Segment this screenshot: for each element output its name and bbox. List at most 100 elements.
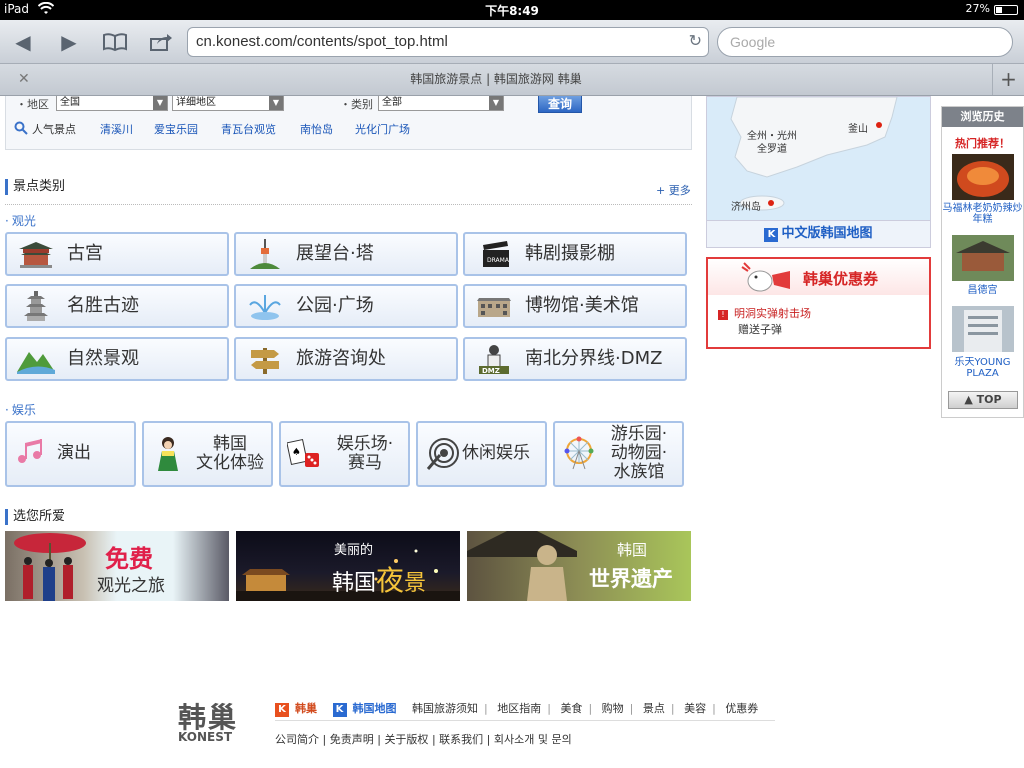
coupon-title: 韩巢优惠券 xyxy=(803,270,879,288)
banner-world-heritage[interactable]: 韩国 世界遗产 xyxy=(467,531,691,601)
banner-subtitle: 观光之旅 xyxy=(97,576,165,596)
category-button-park[interactable]: 公园·广场 xyxy=(234,284,458,328)
history-item[interactable]: 乐天YOUNG PLAZA xyxy=(942,357,1023,379)
bookmarks-icon[interactable] xyxy=(100,28,130,56)
hot-link[interactable]: 南怡岛 xyxy=(300,121,333,137)
svg-text:DRAMA: DRAMA xyxy=(487,257,510,264)
palace-icon xyxy=(19,242,53,268)
category-select[interactable]: 全部 ▼ xyxy=(378,96,504,111)
hanbok-icon xyxy=(158,437,178,471)
new-tab-button[interactable]: + xyxy=(992,64,1024,95)
footer-link[interactable]: 韩国旅游须知 xyxy=(412,702,478,715)
ferris-wheel-icon xyxy=(564,436,594,470)
konest-k-icon: K xyxy=(764,228,779,242)
url-field[interactable]: cn.konest.com/contents/spot_top.html ↻ xyxy=(187,27,709,57)
footer-link[interactable]: 优惠券 xyxy=(725,702,758,715)
browsing-history: 浏览历史 热门推荐！ 马福林老奶奶辣炒年糕 昌德宫 乐天YOUNG PLAZA … xyxy=(941,106,1024,418)
hot-label: 人气景点 xyxy=(32,123,76,136)
coupon-header: 韩巢优惠券 xyxy=(708,259,929,295)
hot-recommend: 热门推荐！ xyxy=(955,137,1010,150)
page-content: ・地区 全国 ▼ 详细地区 ▼ ・类别 全部 ▼ 查询 人气景点 清溪川 爱宝乐园 青… xyxy=(0,96,1024,768)
tteokbokki-thumb[interactable] xyxy=(952,154,1014,200)
entertainment-button-leisure[interactable]: 休闲娱乐 xyxy=(416,421,547,487)
back-icon[interactable]: ◀ xyxy=(8,28,38,56)
url-text: cn.konest.com/contents/spot_top.html xyxy=(196,33,448,50)
divider xyxy=(5,204,692,205)
footer-brand-link[interactable]: K 韩巢 xyxy=(275,702,323,717)
konest-logo[interactable]: 韩巢 KONEST xyxy=(178,696,238,744)
category-button-tourist-info[interactable]: 旅游咨询处 xyxy=(234,337,458,381)
history-item[interactable]: 马福林老奶奶辣炒年糕 xyxy=(942,203,1023,225)
leisure-icon xyxy=(426,438,459,470)
footer-link[interactable]: 회사소개 및 문의 xyxy=(494,733,572,746)
category-button-historic-sites[interactable]: 名胜古迹 xyxy=(5,284,229,328)
footer-link[interactable]: 美食 xyxy=(560,702,582,715)
clapperboard-icon: DRAMA xyxy=(483,241,510,267)
category-button-tower[interactable]: 展望台·塔 xyxy=(234,232,458,276)
svg-text:DMZ: DMZ xyxy=(482,367,500,374)
chinese-map-link[interactable]: K 中文版韩国地图 xyxy=(706,220,931,248)
map-label: 釜山 xyxy=(848,124,868,135)
battery-icon xyxy=(994,5,1018,15)
footer-link[interactable]: 地区指南 xyxy=(497,702,541,715)
share-icon[interactable] xyxy=(146,28,176,56)
coupon-item-title[interactable]: ! 明洞实弹射击场 xyxy=(718,305,811,321)
footer-link[interactable]: 关于版权 xyxy=(384,733,428,746)
footer-divider xyxy=(275,720,775,721)
banner-title: 免费 xyxy=(105,545,153,573)
history-title: 浏览历史 xyxy=(942,107,1023,127)
more-link[interactable]: + 更多 xyxy=(656,182,691,198)
banner-title: 世界遗产 xyxy=(589,567,673,591)
region-select[interactable]: 全国 ▼ xyxy=(56,96,168,111)
close-tab-icon[interactable]: ✕ xyxy=(18,64,30,95)
footer-link[interactable]: 公司简介 xyxy=(275,733,319,746)
footer-links-secondary: 公司简介 | 免责声明 | 关于版权 | 联系我们 | 회사소개 및 문의 xyxy=(275,733,572,746)
tab-current[interactable]: ✕ 韩国旅游景点 | 韩国旅游网 韩巢 xyxy=(0,64,992,95)
category-button-museum[interactable]: 博物馆·美术馆 xyxy=(463,284,687,328)
hot-link[interactable]: 青瓦台观览 xyxy=(221,121,276,137)
footer-links: K 韩巢 K 韩国地图 韩国旅游须知 | 地区指南 | 美食 | 购物 | 景点 | 美容 | … xyxy=(275,700,764,717)
coupon-item-desc: 赠送子弹 xyxy=(738,323,782,336)
banner-night-view[interactable]: 美丽的 韩国夜景 xyxy=(236,531,460,601)
svg-text:♠: ♠ xyxy=(292,447,301,458)
history-item[interactable]: 昌德宫 xyxy=(942,285,1023,296)
forward-icon[interactable]: ▶ xyxy=(54,28,84,56)
clock: 下午8:49 xyxy=(485,4,539,18)
spot-search-form: ・地区 全国 ▼ 详细地区 ▼ ・类别 全部 ▼ 查询 人气景点 清溪川 爱宝乐园 青… xyxy=(5,96,692,150)
pagoda-icon xyxy=(24,291,48,321)
entertainment-button-performance[interactable]: 演出 xyxy=(5,421,136,487)
royal-guard-image xyxy=(14,533,86,601)
reload-icon[interactable]: ↻ xyxy=(689,28,702,56)
entertainment-button-casino[interactable]: ♠ 娱乐场· 赛马 xyxy=(279,421,410,487)
footer-link[interactable]: 购物 xyxy=(602,702,624,715)
plaza-thumb[interactable] xyxy=(952,306,1014,352)
coupon-box[interactable]: 韩巢优惠券 ! 明洞实弹射击场 赠送子弹 xyxy=(706,257,931,349)
footer-link[interactable]: 景点 xyxy=(643,702,665,715)
back-to-top-button[interactable]: ▲ TOP xyxy=(948,391,1018,409)
banner-free-tour[interactable]: 免费 观光之旅 xyxy=(5,531,229,601)
category-button-nature[interactable]: 自然景观 xyxy=(5,337,229,381)
hot-link[interactable]: 清溪川 xyxy=(100,121,133,137)
search-field[interactable]: Google xyxy=(717,27,1013,57)
search-submit-button[interactable]: 查询 xyxy=(538,96,582,113)
detail-region-select[interactable]: 详细地区 ▼ xyxy=(172,96,284,111)
entertainment-button-culture[interactable]: 韩国 文化体验 xyxy=(142,421,273,487)
footer-link[interactable]: 联系我们 xyxy=(439,733,483,746)
hot-link[interactable]: 光化门广场 xyxy=(355,121,410,137)
cards-dice-icon: ♠ xyxy=(287,438,319,467)
category-button-drama-studio[interactable]: DRAMA 韩剧摄影棚 xyxy=(463,232,687,276)
fountain-icon xyxy=(249,295,281,320)
footer-map-link[interactable]: K 韩国地图 xyxy=(332,702,403,717)
region-label: ・地区 xyxy=(16,98,49,111)
category-label: ・类别 xyxy=(340,98,373,111)
footer-link[interactable]: 美容 xyxy=(684,702,706,715)
entertainment-button-amusement-park[interactable]: 游乐园· 动物园· 水族馆 xyxy=(553,421,684,487)
banner-title: 韩国夜景 xyxy=(332,564,427,597)
category-button-palace[interactable]: 古宫 xyxy=(5,232,229,276)
banner-kicker: 韩国 xyxy=(617,541,648,559)
category-button-dmz[interactable]: DMZ 南北分界线·DMZ xyxy=(463,337,687,381)
section-title-categories: 景点类别 xyxy=(5,179,65,195)
footer-link[interactable]: 免责声明 xyxy=(330,733,374,746)
hot-link[interactable]: 爱宝乐园 xyxy=(154,121,198,137)
palace-thumb[interactable] xyxy=(952,235,1014,281)
